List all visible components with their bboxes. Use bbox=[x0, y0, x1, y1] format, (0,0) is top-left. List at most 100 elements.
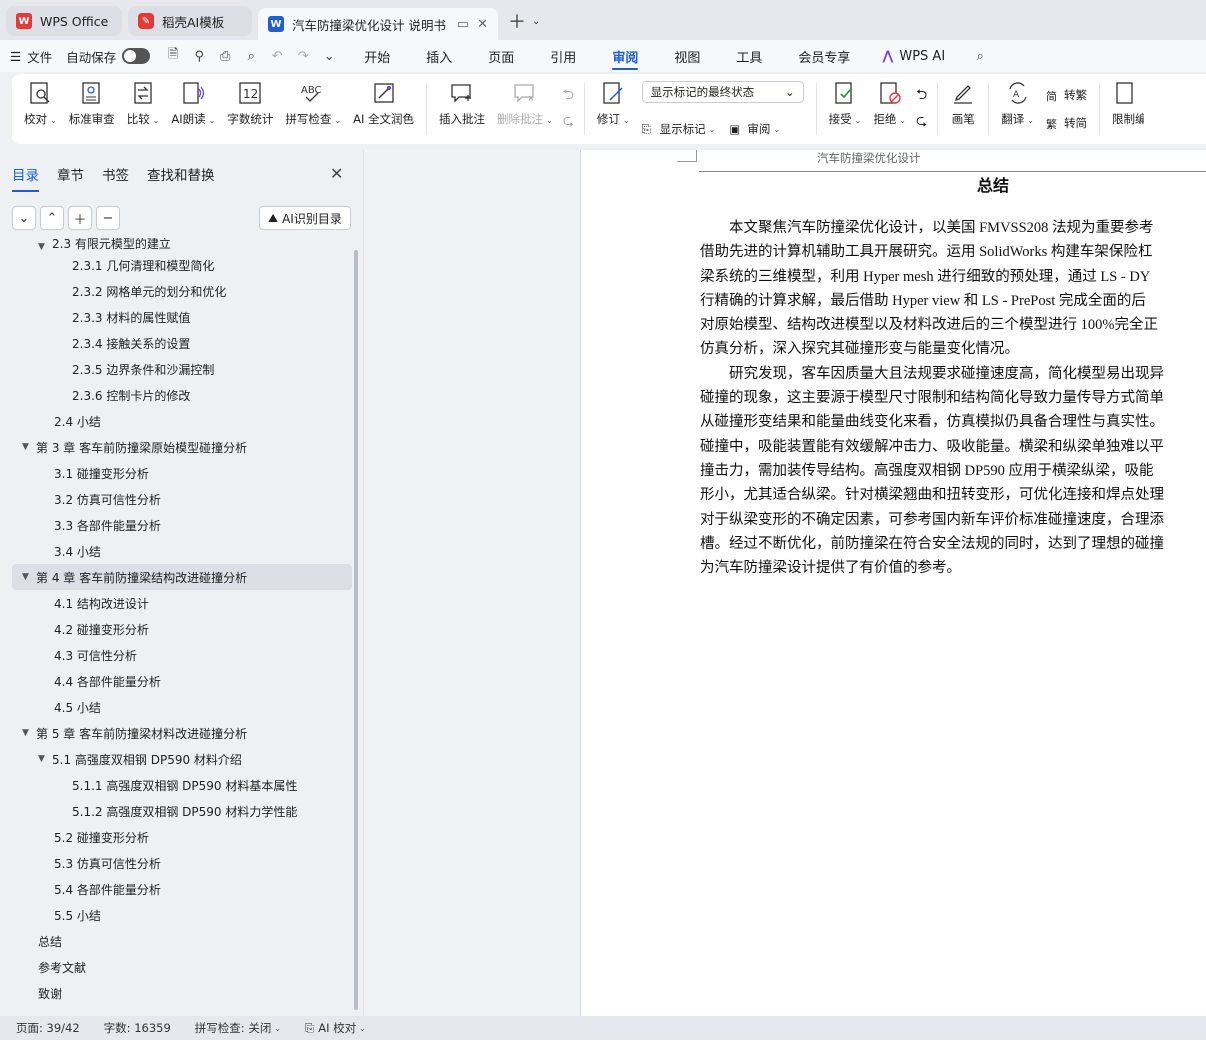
toc-item[interactable]: 3.4 小结 bbox=[12, 538, 352, 564]
print-icon[interactable]: ⎙ bbox=[216, 47, 234, 65]
ai-proof-status[interactable]: ⎘ AI 校对 ⌄ bbox=[305, 1020, 366, 1036]
tab-document[interactable]: W 汽车防撞梁优化设计 说明书 ▭ ✕ bbox=[258, 8, 498, 40]
expand-arrow-icon[interactable]: ▼ bbox=[22, 572, 36, 582]
toc-item[interactable]: 4.5 小结 bbox=[12, 694, 352, 720]
new-tab-button[interactable]: ＋ ⌄ bbox=[504, 6, 544, 36]
undo-icon[interactable]: ↶ bbox=[268, 47, 286, 65]
search-icon[interactable]: ⌕ bbox=[971, 47, 989, 65]
file-menu[interactable]: ☰ 文件 bbox=[10, 47, 52, 66]
collapse-icon[interactable]: ⌃ bbox=[40, 206, 64, 230]
toc-item[interactable]: ▼ 第 4 章 客车前防撞梁结构改进碰撞分析 bbox=[12, 564, 352, 590]
toc-item[interactable]: 3.1 碰撞变形分析 bbox=[12, 460, 352, 486]
tab-page[interactable]: 页面 bbox=[488, 40, 514, 72]
toc-item[interactable]: ▼ 5.1 高强度双相钢 DP590 材料介绍 bbox=[12, 746, 352, 772]
tab-view[interactable]: 视图 bbox=[674, 40, 700, 72]
next-revision-icon[interactable]: ⮎ bbox=[916, 110, 927, 134]
standard-review-button[interactable]: 标准审查 bbox=[63, 79, 121, 139]
toc-item[interactable]: 参考文献 bbox=[12, 954, 352, 980]
expand-arrow-icon[interactable]: ▼ bbox=[22, 442, 36, 452]
toc-item[interactable]: 总结 bbox=[12, 928, 352, 954]
to-simplified-button[interactable]: 繁转简 bbox=[1046, 115, 1087, 131]
nav-tab-toc[interactable]: 目录 bbox=[12, 164, 39, 192]
word-count-indicator[interactable]: 字数: 16359 bbox=[104, 1020, 171, 1036]
redo-icon[interactable]: ↷ bbox=[294, 47, 312, 65]
autosave-toggle[interactable]: 自动保存 bbox=[66, 47, 151, 66]
expand-arrow-icon[interactable]: ▼ bbox=[22, 728, 36, 738]
toc-item[interactable]: 4.3 可信性分析 bbox=[12, 642, 352, 668]
tab-insert[interactable]: 插入 bbox=[426, 40, 452, 72]
chevron-down-icon[interactable]: ⌄ bbox=[532, 16, 540, 27]
toc-item[interactable]: 2.4 小结 bbox=[12, 408, 352, 434]
toc-item[interactable]: ▼ 2.3 有限元模型的建立 bbox=[12, 238, 352, 252]
tab-home[interactable]: 开始 bbox=[364, 40, 390, 72]
spell-check-button[interactable]: ABC 拼写检查 ⌄ bbox=[279, 79, 347, 139]
toc-item[interactable]: 致谢 bbox=[12, 980, 352, 1006]
toc-item[interactable]: 4.2 碰撞变形分析 bbox=[12, 616, 352, 642]
translate-button[interactable]: A 翻译 ⌄ bbox=[995, 79, 1040, 139]
toc-item[interactable]: 4.1 结构改进设计 bbox=[12, 590, 352, 616]
toggle-switch[interactable] bbox=[122, 48, 151, 64]
proofread-button[interactable]: 校对 ⌄ bbox=[18, 79, 63, 139]
nav-tab-bookmarks[interactable]: 书签 bbox=[102, 164, 129, 192]
toc-scrollbar[interactable] bbox=[354, 250, 358, 1010]
show-markup-button[interactable]: ⎘ 显示标记 ⌄ bbox=[642, 121, 716, 137]
close-panel-icon[interactable]: ✕ bbox=[330, 164, 343, 183]
toc-item[interactable]: 5.3 仿真可信性分析 bbox=[12, 850, 352, 876]
toc-item[interactable]: 4.4 各部件能量分析 bbox=[12, 668, 352, 694]
word-count-button[interactable]: 12 字数统计 bbox=[221, 79, 279, 139]
nav-tab-chapters[interactable]: 章节 bbox=[57, 164, 84, 192]
ai-polish-button[interactable]: AI 全文润色 bbox=[347, 79, 420, 139]
print-preview-icon[interactable]: ⌕ bbox=[242, 47, 260, 65]
review-pane-button[interactable]: ▣ 审阅 ⌄ bbox=[729, 121, 780, 137]
wps-ai-button[interactable]: ⋀ WPS AI bbox=[882, 49, 945, 64]
tab-review[interactable]: 审阅 bbox=[612, 40, 639, 72]
toc-item[interactable]: 5.5 小结 bbox=[12, 902, 352, 928]
document-page[interactable]: 汽车防撞梁优化设计 总结 本文聚焦汽车防撞梁优化设计，以美国 FMVSS208 … bbox=[580, 150, 1206, 1016]
spell-check-status[interactable]: 拼写检查: 关闭 ⌄ bbox=[195, 1020, 281, 1036]
tab-references[interactable]: 引用 bbox=[550, 40, 576, 72]
tab-tools[interactable]: 工具 bbox=[736, 40, 762, 72]
link-icon[interactable]: ⚲ bbox=[190, 47, 208, 65]
more-chevron-icon[interactable]: ⌄ bbox=[320, 47, 338, 65]
ai-toc-button[interactable]: ⛰ AI识别目录 bbox=[259, 206, 351, 230]
toc-item[interactable]: 2.3.3 材料的属性赋值 bbox=[12, 304, 352, 330]
prev-revision-icon[interactable]: ⮌ bbox=[916, 84, 927, 108]
screen-icon[interactable]: ▭ bbox=[457, 17, 469, 32]
tab-member[interactable]: 会员专享 bbox=[798, 40, 850, 72]
toc-item[interactable]: 3.2 仿真可信性分析 bbox=[12, 486, 352, 512]
toc-item[interactable]: 2.3.4 接触关系的设置 bbox=[12, 330, 352, 356]
toc-item[interactable]: 5.4 各部件能量分析 bbox=[12, 876, 352, 902]
toc-item[interactable]: 5.1.1 高强度双相钢 DP590 材料基本属性 bbox=[12, 772, 352, 798]
close-tab-icon[interactable]: ✕ bbox=[477, 17, 488, 32]
tab-wps-office[interactable]: W WPS Office bbox=[6, 6, 122, 36]
toc-item[interactable]: 5.1.2 高强度双相钢 DP590 材料力学性能 bbox=[12, 798, 352, 824]
toc-item[interactable]: 2.3.2 网格单元的划分和优化 bbox=[12, 278, 352, 304]
display-state-select[interactable]: 显示标记的最终状态 ⌄ bbox=[641, 81, 804, 103]
nav-tab-find-replace[interactable]: 查找和替换 bbox=[147, 164, 215, 192]
delete-comment-button[interactable]: 删除批注 ⌄ bbox=[491, 79, 559, 139]
tab-docer-templates[interactable]: ✎ 稻壳AI模板 bbox=[128, 6, 252, 36]
page-indicator[interactable]: 页面: 39/42 bbox=[16, 1020, 80, 1036]
toc-item[interactable]: 2.3.5 边界条件和沙漏控制 bbox=[12, 356, 352, 382]
expand-arrow-icon[interactable]: ▼ bbox=[38, 242, 52, 252]
compare-button[interactable]: 比较 ⌄ bbox=[121, 79, 166, 139]
expand-arrow-icon[interactable]: ▼ bbox=[38, 754, 52, 764]
save-icon[interactable]: 🗎 bbox=[164, 47, 182, 65]
toc-item[interactable]: 2.3.6 控制卡片的修改 bbox=[12, 382, 352, 408]
toc-item[interactable]: 3.3 各部件能量分析 bbox=[12, 512, 352, 538]
toc-item[interactable]: ▼ 第 3 章 客车前防撞梁原始模型碰撞分析 bbox=[12, 434, 352, 460]
ai-read-button[interactable]: AI朗读 ⌄ bbox=[165, 79, 221, 139]
restrict-editing-button[interactable]: 限制编辑 bbox=[1106, 79, 1144, 139]
toc-item[interactable]: 2.3.1 几何清理和模型简化 bbox=[12, 252, 352, 278]
next-comment-icon[interactable]: ⮎ bbox=[563, 110, 574, 134]
add-heading-icon[interactable]: ＋ bbox=[68, 206, 92, 230]
pen-button[interactable]: 画笔 bbox=[944, 79, 982, 139]
accept-button[interactable]: 接受 ⌄ bbox=[823, 79, 868, 139]
reject-button[interactable]: 拒绝 ⌄ bbox=[867, 79, 912, 139]
prev-comment-icon[interactable]: ⮌ bbox=[563, 84, 574, 108]
to-traditional-button[interactable]: 简转繁 bbox=[1046, 87, 1087, 103]
toc-item[interactable]: ▼ 第 5 章 客车前防撞梁材料改进碰撞分析 bbox=[12, 720, 352, 746]
toc-item[interactable]: 5.2 碰撞变形分析 bbox=[12, 824, 352, 850]
insert-comment-button[interactable]: 插入批注 bbox=[433, 79, 491, 139]
expand-icon[interactable]: ⌄ bbox=[12, 206, 36, 230]
